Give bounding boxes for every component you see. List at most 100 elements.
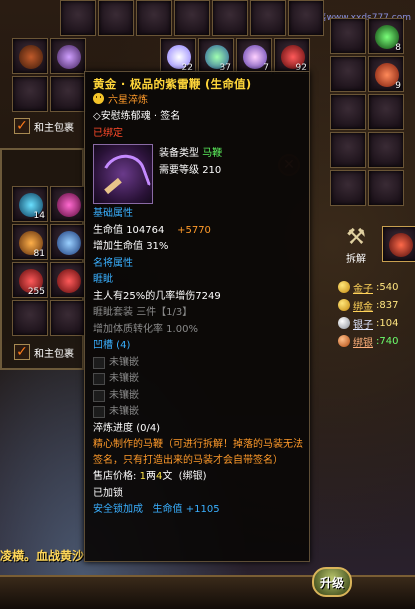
inventory-slot[interactable]: 92 [274,38,310,74]
inventory-slot[interactable]: 9 [368,56,404,92]
spirit-line: 主人有25%的几率增伤7249 [93,290,221,302]
inventory-slot[interactable] [330,18,366,54]
whip-icon [93,144,153,204]
socket-list: 未镶嵌 未镶嵌 未镶嵌 未镶嵌 [93,355,303,421]
socket-slot: 未镶嵌 [93,388,303,405]
bind-to-bag-checkbox[interactable]: ✓ 和主包裹 [14,118,74,134]
empty-socket-icon [93,389,105,402]
check-icon: ✓ [14,118,30,134]
socket-label: 未镶嵌 [109,389,139,401]
inventory-slot[interactable]: 7 [236,38,272,74]
bound-status: 已绑定 [93,127,123,139]
slot-quantity: 255 [27,287,45,297]
base-attr-header: 基础属性 [93,208,133,219]
bottom-action-bar [0,575,415,609]
inventory-slot[interactable] [50,300,86,336]
hp-pct-value: 31% [146,241,169,252]
currency-value: :104 [376,317,399,329]
level-value: 210 [202,164,222,176]
slot-quantity: 14 [33,211,45,221]
spirit-line: 增加体质转化率 1.00% [93,323,198,335]
bound-gold-icon [338,299,350,311]
inventory-slot[interactable] [136,0,172,36]
inventory-slot[interactable] [212,0,248,36]
slot-quantity: 8 [395,43,401,53]
inventory-slot[interactable] [50,262,86,298]
inventory-slot[interactable]: 255 [12,262,48,298]
equip-type-label: 装备类型 [159,148,199,159]
hp-bonus: +5770 [177,224,211,236]
lock-bonus-stat: 生命值 [152,504,183,515]
socket-slot: 未镶嵌 [93,371,303,388]
currency-value: :740 [376,335,399,347]
bind-label: 和主包裹 [34,348,74,360]
inventory-slot[interactable] [60,0,96,36]
inventory-slot[interactable] [330,56,366,92]
inventory-slot[interactable] [330,132,366,168]
locked-status: 已加锁 [93,487,123,499]
socket-label: 未镶嵌 [109,356,139,368]
lock-bonus-value: +1105 [185,504,220,515]
price-unit: 两 [145,471,156,482]
selected-item-slot[interactable] [382,226,415,262]
item-title: 黄金 · 极品的紫雷鞭 (生命值) [93,77,252,91]
socket-label: 未镶嵌 [109,406,139,417]
slot-quantity: 9 [395,81,401,91]
inventory-slot[interactable] [330,170,366,206]
bind-to-bag-checkbox[interactable]: ✓ 和主包裹 [14,344,74,360]
inventory-slot[interactable] [330,94,366,130]
split-label: 拆解 [346,254,366,265]
inventory-slot[interactable]: 22 [160,38,196,74]
hammer-icon: ⚒ [346,225,366,250]
socket-label: 未镶嵌 [109,373,139,384]
inventory-slot[interactable] [50,76,86,112]
inventory-slot[interactable]: 37 [198,38,234,74]
refine-line: 六星淬炼 [93,92,303,110]
bind-label: 和主包裹 [34,122,74,134]
empty-socket-icon [93,356,105,369]
currency-row: 绑银 :740 [338,332,415,350]
lock-bonus-label: 安全锁加成 [93,504,143,515]
socket-header: 凹槽 (4) [93,340,131,351]
currency-label[interactable]: 绑金 [353,298,373,313]
empty-socket-icon [93,373,105,386]
refine-text: 六星淬炼 [108,94,148,106]
inventory-slot[interactable] [50,186,86,222]
inventory-slot[interactable] [12,76,48,112]
inventory-slot[interactable] [174,0,210,36]
engrave-line: ◇安慰练郁魂 · 签名 [93,111,181,122]
currency-value: :540 [376,281,399,293]
currency-label[interactable]: 绑银 [353,334,373,349]
split-button[interactable]: ⚒ 拆解 [336,225,376,273]
spirit-set-value: 三件【1/3】 [136,307,193,318]
equip-type-value: 马鞭 [202,148,223,159]
inventory-slot[interactable] [50,38,86,74]
inventory-slot[interactable] [250,0,286,36]
inventory-slot[interactable] [98,0,134,36]
spirit-header: 睚眦 [93,274,113,285]
item-requirements: 装备类型 马鞭 需要等级 210 [159,144,222,204]
inventory-slot[interactable] [12,38,48,74]
inventory-slot[interactable] [368,170,404,206]
inventory-slot[interactable] [12,300,48,336]
inventory-slot[interactable]: 8 [368,18,404,54]
inventory-slot[interactable]: 14 [12,186,48,222]
inventory-slot[interactable]: 81 [12,224,48,260]
extra-attr-header: 名将属性 [93,257,133,269]
currency-row: 金子 :540 [338,278,415,296]
inventory-slot[interactable] [368,94,404,130]
slot-quantity: 81 [33,249,45,259]
bound-silver-icon [338,335,350,347]
currency-row: 银子 :104 [338,314,415,332]
item-description: 精心制作的马鞭（可进行拆解！掉落的马装无法签名，只有打造出来的马装才会自带签名） [93,439,303,466]
inventory-slot[interactable] [288,0,324,36]
hp-pct-label: 增加生命值 [93,241,143,252]
currency-label[interactable]: 金子 [353,280,373,295]
upgrade-button[interactable]: 升级 [312,567,352,597]
inventory-slot[interactable] [368,132,404,168]
price-bind: (绑银) [178,471,207,482]
currency-label[interactable]: 银子 [353,316,373,331]
inventory-slot[interactable] [50,224,86,260]
bottom-ticker: 凌横。血战黄沙 [0,549,85,563]
item-tooltip: 黄金 · 极品的紫雷鞭 (生命值) 六星淬炼 ◇安慰练郁魂 · 签名 已绑定 装… [84,71,310,562]
